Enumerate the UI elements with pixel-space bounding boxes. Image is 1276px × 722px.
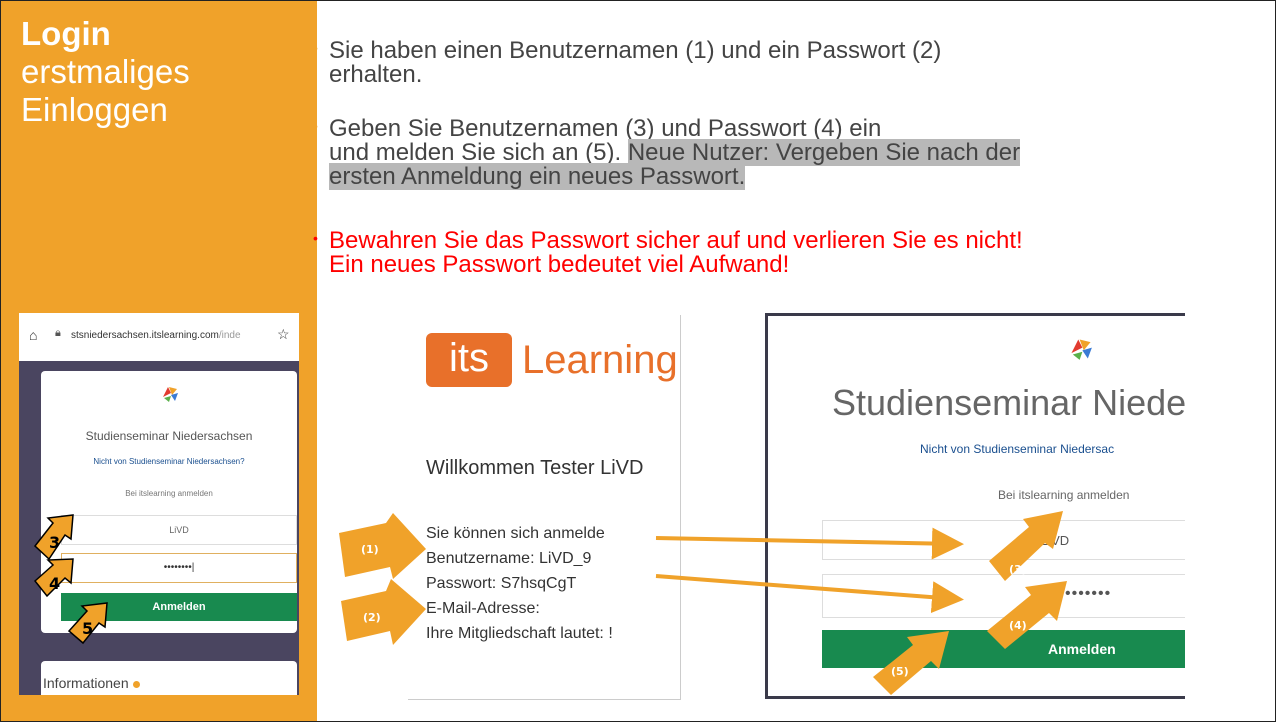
password-field: ••••••••| [61,553,297,583]
not-from-link: Nicht von Studienseminar Niedersac [920,442,1115,456]
password-field: ••••••• [822,574,1185,618]
bullet-marker-icon: • [313,40,318,56]
lock-icon: 🔒︎ [55,327,61,339]
svg-text:(1): (1) [361,543,379,556]
login-subtitle: Bei itslearning anmelden [125,489,213,498]
login-card: Studienseminar Niedersachsen Nicht von S… [41,371,297,633]
slide: Login erstmaliges Einloggen ⌂ 🔒︎ stsnied… [0,0,1276,722]
highlight-text: Neue Nutzer: Vergeben Sie nach der [627,139,1021,166]
highlight-text: ersten Anmeldung ein neues Passwort. [329,163,746,190]
password-value: Passwort: S7hsqCgT [426,575,577,592]
login-title: Studienseminar Niedersachsen [85,429,253,443]
bullet-marker-icon: • [313,118,318,134]
bullet-marker-icon: • [313,230,318,246]
info-heading: Informationen [43,675,140,691]
url-text: stsniedersachsen.itslearning.com/inde [71,330,241,341]
bullet-2: • Geben Sie Benutzernamen (3) und Passwo… [313,115,1021,190]
info-card: Informationen [41,661,297,695]
seminar-logo-icon [1071,339,1092,360]
username-field: LiVD [822,520,1185,560]
username-value: Benutzername: LiVD_9 [426,550,592,567]
login-screenshot-desktop: Studienseminar Niede Nicht von Studiense… [765,313,1185,699]
home-icon: ⌂ [29,327,38,343]
login-title: Studienseminar Niede [832,382,1185,423]
username-field: LiVD [61,515,297,545]
favorites-icon: ☆ [277,326,290,342]
sidebar: Login erstmaliges Einloggen ⌂ 🔒︎ stsnied… [1,1,317,721]
credentials-list: Sie können sich anmelde Benutzername: Li… [426,525,613,642]
info-dot-icon [132,680,140,688]
section-title: Login erstmaliges Einloggen [21,15,190,129]
browser-url-bar: ⌂ 🔒︎ stsniedersachsen.itslearning.com/in… [19,313,299,361]
credentials-letter-screenshot: its Learning Willkommen Tester LiVD Sie … [408,315,681,700]
login-screenshot-mobile: ⌂ 🔒︎ stsniedersachsen.itslearning.com/in… [19,313,299,695]
login-button: Anmelden [822,630,1185,668]
welcome-text: Willkommen Tester LiVD [426,457,644,479]
title-line-2: erstmaliges [21,53,190,90]
svg-text:(2): (2) [363,611,381,624]
seminar-logo-icon [163,387,178,402]
login-subtitle: Bei itslearning anmelden [998,488,1130,502]
login-button: Anmelden [61,593,297,621]
bullet-3-warning: • Bewahren Sie das Passwort sicher auf u… [313,227,1023,278]
title-line-3: Einloggen [21,91,168,128]
not-from-link: Nicht von Studienseminar Niedersachsen? [93,457,245,466]
title-login: Login [21,15,111,52]
bullet-1: • Sie haben einen Benutzernamen (1) und … [313,37,942,88]
